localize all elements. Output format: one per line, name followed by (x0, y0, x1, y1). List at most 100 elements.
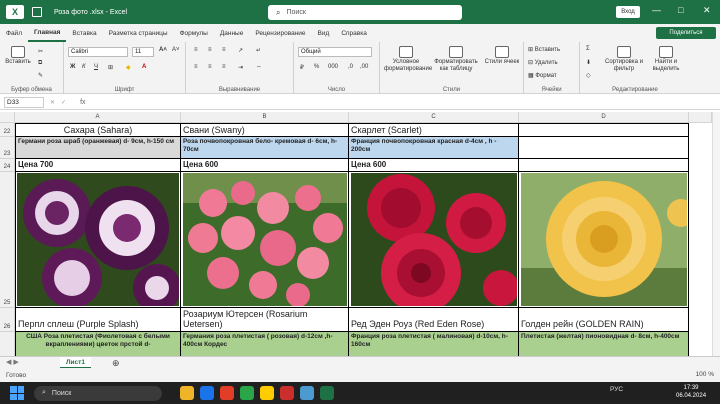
golden-rain-rose-photo[interactable] (521, 173, 687, 306)
find-select-button[interactable]: Найти и выделить (646, 46, 686, 73)
file-explorer-icon[interactable] (180, 386, 194, 400)
column-header-e[interactable] (689, 112, 712, 123)
cell-a26[interactable]: Перпл сплеш (Purple Splash) (15, 308, 181, 332)
bold-icon[interactable]: Ж (70, 64, 75, 70)
number-format-dropdown[interactable]: Общий (298, 47, 372, 57)
font-name-dropdown[interactable]: Calibri (68, 47, 128, 57)
row-header-24[interactable]: 24 (0, 159, 15, 172)
column-header-a[interactable]: A (15, 112, 181, 123)
increase-decimal-icon[interactable]: ,0 (348, 64, 353, 70)
excel-taskbar-icon[interactable] (320, 386, 334, 400)
clear-icon[interactable]: ◇ (586, 72, 591, 79)
cut-icon[interactable]: ✂ (38, 48, 43, 55)
align-middle-icon[interactable]: ≡ (208, 47, 212, 53)
zoom-level[interactable]: 100 % (696, 371, 714, 378)
cell-c22[interactable]: Скарлет (Scarlet) (349, 123, 519, 137)
column-header-c[interactable]: C (349, 112, 519, 123)
increase-font-icon[interactable]: A˄ (159, 47, 167, 53)
align-center-icon[interactable]: ≡ (208, 64, 212, 70)
insert-cells-button[interactable]: ⊞ Вставить (528, 46, 560, 53)
search-box[interactable]: ⌕ Поиск (268, 5, 462, 20)
select-all[interactable] (0, 112, 15, 123)
tab-view[interactable]: Вид (312, 24, 336, 42)
indent-icon[interactable]: ⇥ (238, 64, 243, 71)
currency-icon[interactable]: ₽ (300, 64, 304, 71)
fill-color-icon[interactable]: ◆ (126, 64, 131, 71)
minimize-icon[interactable]: — (652, 5, 661, 15)
cell-b22[interactable]: Свани (Swany) (181, 123, 349, 137)
rosarium-uetersen-rose-photo[interactable] (183, 173, 347, 306)
fill-icon[interactable]: ⬇ (586, 59, 591, 66)
tab-home[interactable]: Главная (27, 24, 67, 42)
decrease-decimal-icon[interactable]: ,00 (360, 64, 368, 70)
enter-icon[interactable]: ✓ (61, 99, 66, 106)
font-color-icon[interactable]: A (142, 64, 146, 70)
signin-button[interactable]: Вход (616, 6, 640, 18)
tab-help[interactable]: Справка (335, 24, 373, 42)
cell-styles-button[interactable]: Стили ячеек (484, 46, 520, 66)
align-bottom-icon[interactable]: ≡ (222, 47, 226, 53)
format-cells-button[interactable]: ▦ Формат (528, 72, 557, 79)
cell-d23[interactable] (519, 137, 689, 159)
tab-formulas[interactable]: Формулы (174, 24, 214, 42)
cell-a23[interactable]: Германи роза шраб (оранжевая) d- 9см, h-… (15, 137, 181, 159)
tab-review[interactable]: Рецензирование (249, 24, 311, 42)
vertical-scrollbar[interactable] (712, 112, 720, 368)
purple-splash-rose-photo[interactable] (17, 173, 179, 306)
cell-c24[interactable]: Цена 600 (349, 159, 519, 172)
clock[interactable]: 17:39 06.04.2024 (676, 384, 706, 400)
telegram-icon[interactable] (300, 386, 314, 400)
column-header-d[interactable]: D (519, 112, 689, 123)
chrome-icon[interactable] (240, 386, 254, 400)
close-icon[interactable]: ✕ (703, 5, 711, 16)
row-header-23[interactable]: 23 (0, 137, 15, 159)
row-header-25[interactable]: 25 (0, 172, 15, 308)
format-painter-icon[interactable]: ✎ (38, 72, 43, 79)
delete-cells-button[interactable]: ⊟ Удалить (528, 59, 558, 66)
wrap-text-icon[interactable]: ↵ (256, 47, 261, 54)
edge-icon[interactable] (200, 386, 214, 400)
underline-icon[interactable]: Ч (94, 64, 98, 70)
windows-start-icon[interactable] (10, 386, 24, 400)
align-left-icon[interactable]: ≡ (194, 64, 198, 70)
decrease-font-icon[interactable]: A˅ (172, 47, 180, 53)
copy-icon[interactable]: ⧉ (38, 60, 42, 67)
cell-d22[interactable] (519, 123, 689, 137)
orientation-icon[interactable]: ↗ (238, 47, 243, 54)
thousands-icon[interactable]: 000 (328, 64, 338, 70)
name-box[interactable]: D33 (4, 97, 44, 108)
cell-b26[interactable]: Розариум Ютерсен (Rosarium Uetersen) (181, 308, 349, 332)
column-header-b[interactable]: B (181, 112, 349, 123)
fx-icon[interactable]: fx (80, 99, 85, 106)
maximize-icon[interactable]: □ (678, 5, 683, 15)
save-icon[interactable] (32, 7, 42, 17)
red-eden-rose-photo[interactable] (351, 173, 517, 306)
cancel-icon[interactable]: ✕ (50, 99, 55, 106)
font-size-dropdown[interactable]: 11 (132, 47, 154, 57)
cell-b23[interactable]: Роза почвопокровная бело- кремовая d- 6с… (181, 137, 349, 159)
row-header-26[interactable]: 26 (0, 308, 15, 332)
cell-d26[interactable]: Голден рейн (GOLDEN RAIN) (519, 308, 689, 332)
cell-a22[interactable]: Сахара (Sahara) (15, 123, 181, 137)
yandex-icon[interactable] (220, 386, 234, 400)
percent-icon[interactable]: % (314, 64, 319, 70)
cell-b24[interactable]: Цена 600 (181, 159, 349, 172)
tab-insert[interactable]: Вставка (66, 24, 102, 42)
merge-icon[interactable]: ⇔ (256, 64, 262, 70)
taskbar-search[interactable]: ⌕ Поиск (34, 385, 162, 401)
conditional-format-button[interactable]: Условное форматирование (384, 46, 432, 73)
app-icon[interactable] (260, 386, 274, 400)
format-table-button[interactable]: Форматировать как таблицу (432, 46, 480, 73)
align-top-icon[interactable]: ≡ (194, 47, 198, 53)
tab-file[interactable]: Файл (0, 24, 28, 42)
share-button[interactable]: Поделиться (656, 27, 716, 39)
cell-c23[interactable]: Франция почвопокровная красная d-4см , h… (349, 137, 519, 159)
cell-d24[interactable] (519, 159, 689, 172)
tab-page-layout[interactable]: Разметка страницы (103, 24, 174, 42)
borders-icon[interactable]: ⊞ (108, 64, 113, 71)
sort-filter-button[interactable]: Сортировка и фильтр (604, 46, 644, 73)
cell-c26[interactable]: Ред Эден Роуз (Red Eden Rose) (349, 308, 519, 332)
paste-button[interactable]: Вставить (4, 46, 32, 66)
italic-icon[interactable]: К (82, 64, 86, 70)
opera-icon[interactable] (280, 386, 294, 400)
